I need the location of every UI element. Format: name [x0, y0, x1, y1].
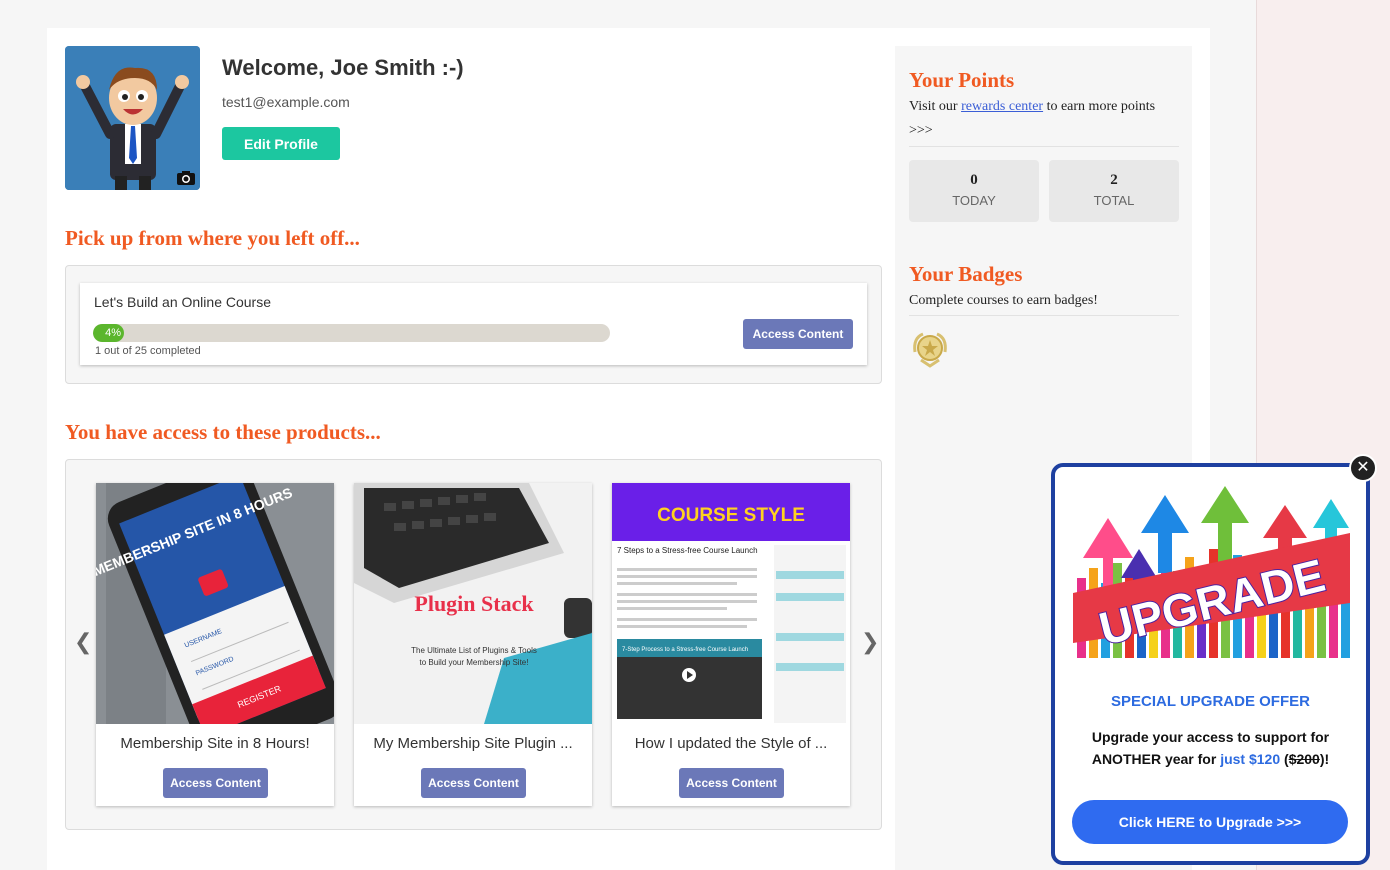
offer-old-price: $200	[1288, 751, 1320, 767]
completed-count: 1 out of 25 completed	[95, 345, 201, 357]
course-title: Let's Build an Online Course	[94, 294, 271, 310]
offer-text: Upgrade your access to support for ANOTH…	[1069, 726, 1352, 770]
close-icon[interactable]: ✕	[1349, 454, 1377, 482]
product-access-button[interactable]: Access Content	[421, 768, 526, 798]
offer-title: SPECIAL UPGRADE OFFER	[1111, 693, 1310, 710]
welcome-heading: Welcome, Joe Smith :-)	[222, 55, 464, 80]
rewards-center-link[interactable]: rewards center	[961, 99, 1043, 114]
plugin-stack-subtitle-2: to Build your Membership Site!	[420, 658, 529, 667]
course-style-video-title: 7-Step Process to a Stress-free Course L…	[622, 647, 748, 653]
products-heading: You have access to these products...	[65, 420, 381, 444]
plugin-stack-subtitle-1: The Ultimate List of Plugins & Tools	[411, 646, 537, 655]
cartoon-man-illustration	[65, 46, 200, 190]
badges-heading: Your Badges	[909, 262, 1023, 286]
points-description: Visit our rewards center to earn more po…	[909, 95, 1179, 143]
badge-icon[interactable]	[911, 330, 949, 368]
points-today-value: 0	[970, 172, 978, 188]
user-email: test1@example.com	[222, 94, 350, 110]
points-today-box: 0 TODAY	[909, 160, 1039, 222]
points-text-before: Visit our	[909, 99, 962, 114]
plugin-stack-title: Plugin Stack	[414, 591, 534, 616]
points-today-label: TODAY	[952, 193, 996, 208]
course-style-banner: COURSE STYLE	[657, 505, 805, 526]
course-style-heading: 7 Steps to a Stress-free Course Launch	[617, 546, 758, 555]
upgrade-illustration: UPGRADE	[1073, 483, 1350, 658]
carousel-prev-arrow[interactable]: ❮	[74, 630, 92, 655]
product-name: How I updated the Style of ...	[634, 735, 828, 752]
points-divider	[909, 146, 1179, 147]
offer-text-part: )!	[1319, 751, 1330, 767]
access-content-button[interactable]: Access Content	[743, 319, 853, 349]
badges-description: Complete courses to earn badges!	[909, 293, 1098, 308]
progress-bar: 4%	[93, 324, 610, 342]
resume-heading: Pick up from where you left off...	[65, 226, 360, 250]
offer-new-price: just $120	[1220, 751, 1281, 767]
carousel-next-arrow[interactable]: ❯	[861, 630, 879, 655]
upgrade-button[interactable]: Click HERE to Upgrade >>>	[1072, 800, 1348, 844]
camera-icon[interactable]	[176, 170, 196, 186]
product-image-laptop[interactable]: Plugin Stack The Ultimate List of Plugin…	[354, 483, 592, 724]
profile-avatar[interactable]	[65, 46, 200, 190]
product-card[interactable]: Plugin Stack The Ultimate List of Plugin…	[354, 483, 592, 806]
offer-text-part: (	[1280, 751, 1289, 767]
points-heading: Your Points	[909, 68, 1015, 92]
product-image-course-style[interactable]: COURSE STYLE 7 Steps to a Stress-free Co…	[612, 483, 850, 724]
product-access-button[interactable]: Access Content	[679, 768, 784, 798]
product-access-button[interactable]: Access Content	[163, 768, 268, 798]
product-name: Membership Site in 8 Hours!	[120, 735, 310, 752]
progress-bar-fill: 4%	[93, 324, 125, 342]
upgrade-popup: UPGRADE SPECIAL UPGRADE OFFER Upgrade yo…	[1051, 463, 1370, 865]
product-card[interactable]: MEMBERSHIP SITE IN 8 HOURS USERNAME PASS…	[96, 483, 334, 806]
product-card[interactable]: COURSE STYLE 7 Steps to a Stress-free Co…	[612, 483, 850, 806]
product-name: My Membership Site Plugin ...	[373, 735, 573, 752]
points-total-value: 2	[1110, 172, 1118, 188]
points-total-label: TOTAL	[1093, 193, 1135, 208]
edit-profile-button[interactable]: Edit Profile	[222, 127, 340, 160]
product-image-phone[interactable]: MEMBERSHIP SITE IN 8 HOURS USERNAME PASS…	[96, 483, 334, 724]
course-progress-card: Let's Build an Online Course 4% 1 out of…	[80, 283, 867, 365]
badges-divider	[909, 315, 1179, 316]
points-total-box: 2 TOTAL	[1049, 160, 1179, 222]
